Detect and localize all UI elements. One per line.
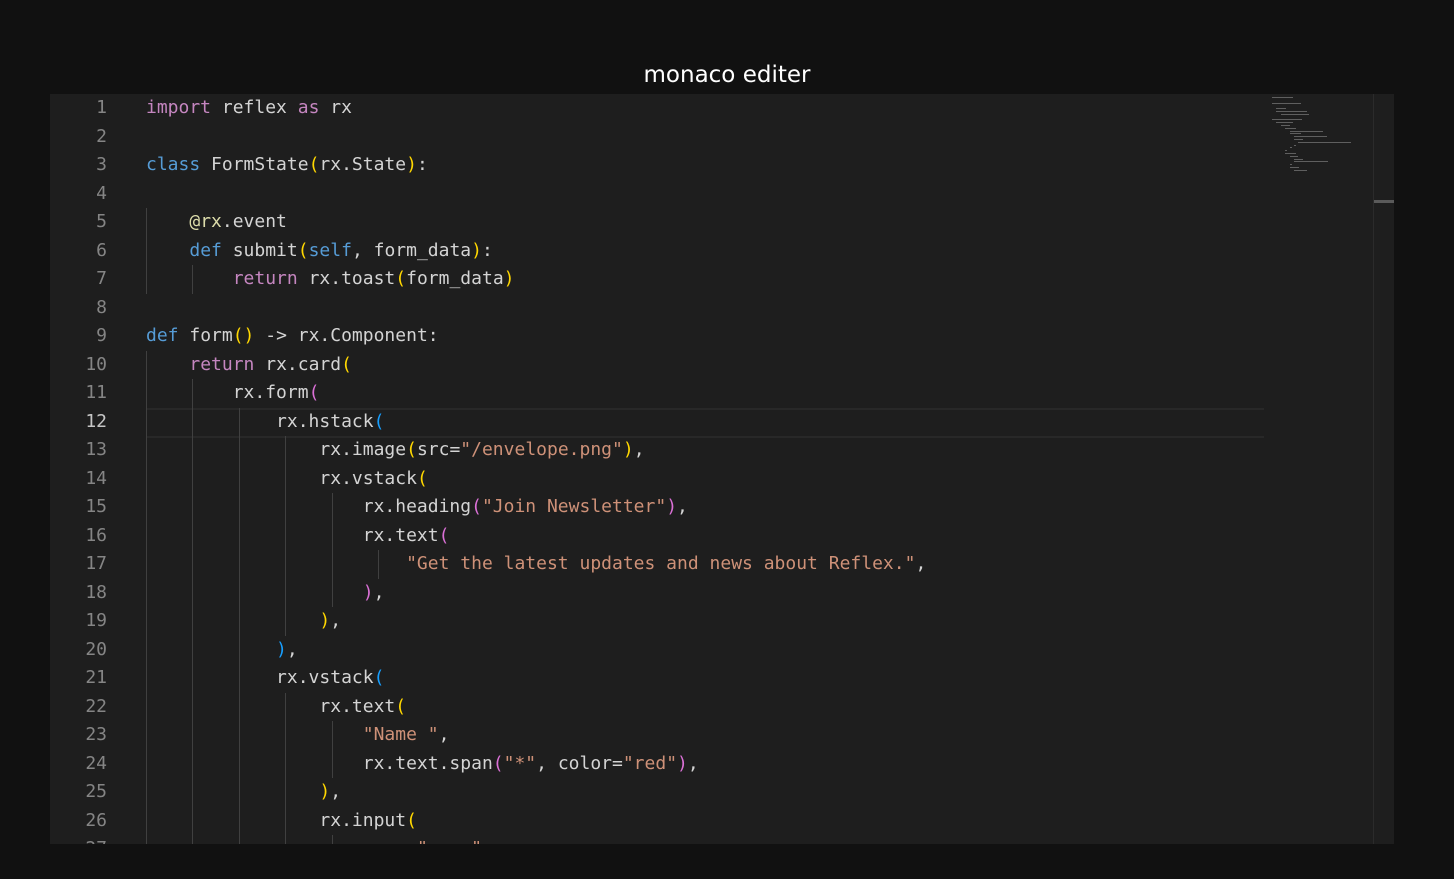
code-line[interactable]: rx.heading("Join Newsletter"), <box>146 493 688 522</box>
line-number: 17 <box>85 553 107 574</box>
minimap-line <box>1289 133 1301 135</box>
minimap-line <box>1276 111 1308 112</box>
minimap-line <box>1289 164 1292 166</box>
line-number: 16 <box>85 524 107 546</box>
minimap-line <box>1294 161 1329 163</box>
vertical-scrollbar[interactable] <box>1373 94 1394 844</box>
line-number: 24 <box>85 752 107 774</box>
code-line[interactable]: name="name", <box>146 835 493 844</box>
code-line[interactable]: ), <box>146 778 341 807</box>
minimap-line <box>1272 97 1293 98</box>
code-line[interactable]: rx.input( <box>146 807 417 836</box>
line-number: 15 <box>85 496 107 517</box>
line-number: 21 <box>85 667 107 688</box>
line-number: 2 <box>96 125 107 147</box>
line-number: 10 <box>85 353 107 375</box>
minimap-line <box>1280 113 1310 115</box>
minimap-line <box>1294 139 1303 140</box>
code-line[interactable]: class FormState(rx.State): <box>146 151 428 180</box>
code-line[interactable]: return rx.toast(form_data) <box>146 265 515 294</box>
code-line[interactable]: rx.hstack( <box>146 408 384 437</box>
code-line[interactable]: rx.form( <box>146 379 320 408</box>
line-number: 20 <box>85 638 107 660</box>
line-number: 6 <box>96 239 107 261</box>
line-number: 13 <box>85 439 107 460</box>
line-number: 22 <box>85 695 107 717</box>
code-line[interactable]: @rx.event <box>146 208 287 237</box>
minimap-line <box>1289 147 1292 149</box>
minimap-line <box>1272 102 1301 104</box>
line-number: 9 <box>96 325 107 346</box>
code-line[interactable]: return rx.card( <box>146 351 352 380</box>
line-number: 14 <box>85 467 107 489</box>
line-number: 11 <box>85 382 107 403</box>
line-number: 12 <box>85 410 107 432</box>
code-line[interactable]: ), <box>146 636 298 665</box>
line-number: 18 <box>85 581 107 603</box>
line-number: 7 <box>96 268 107 289</box>
line-number-gutter: 1 2 3 4 5 6 7 8 9 10 11 12 13 14 15 16 17 18 19 20 21 22 23 24 2… <box>50 94 140 844</box>
minimap-line <box>1294 136 1327 138</box>
minimap-line <box>1289 130 1323 132</box>
line-number: 4 <box>96 182 107 204</box>
code-line[interactable]: ), <box>146 607 341 636</box>
line-number: 8 <box>96 296 107 318</box>
line-number: 27 <box>50 835 107 844</box>
minimap-line <box>1294 169 1308 171</box>
minimap-line <box>1294 144 1297 146</box>
code-line[interactable]: def submit(self, form_data): <box>146 237 492 266</box>
line-number: 1 <box>96 97 107 118</box>
code-line[interactable]: "Name ", <box>146 721 450 750</box>
minimap-line <box>1294 158 1303 160</box>
code-editor[interactable]: 1 2 3 4 5 6 7 8 9 10 11 12 13 14 15 16 17 18 19 20 21 22 23 24 2… <box>50 94 1394 844</box>
code-line[interactable]: rx.text.span("*", color="red"), <box>146 750 699 779</box>
page-title: monaco editer <box>643 62 811 88</box>
code-line[interactable]: rx.text( <box>146 693 406 722</box>
scrollbar-position-marker <box>1374 200 1394 203</box>
minimap-line <box>1285 153 1297 154</box>
code-line[interactable]: rx.vstack( <box>146 664 384 693</box>
code-area[interactable]: import reflex as rx class FormState(rx.St… <box>146 94 1264 844</box>
code-line[interactable]: import reflex as rx <box>146 94 352 123</box>
code-line[interactable]: rx.text( <box>146 522 450 551</box>
minimap-line <box>1272 119 1302 121</box>
minimap-line <box>1280 125 1290 126</box>
line-number: 3 <box>96 154 107 175</box>
minimap-line <box>1285 150 1288 152</box>
line-number: 25 <box>85 781 107 802</box>
minimap-line <box>1276 122 1293 124</box>
code-line[interactable]: def form() -> rx.Component: <box>146 322 439 351</box>
line-number: 26 <box>85 809 107 831</box>
minimap-line <box>1289 167 1300 168</box>
minimap-line <box>1276 108 1287 110</box>
minimap-line <box>1289 155 1299 157</box>
line-number: 19 <box>85 610 107 631</box>
code-line[interactable]: ), <box>146 579 385 608</box>
line-number: 5 <box>96 211 107 232</box>
line-number: 23 <box>85 724 107 745</box>
minimap-line <box>1298 141 1352 143</box>
minimap-line <box>1285 127 1297 129</box>
code-line[interactable]: rx.vstack( <box>146 465 427 494</box>
code-line[interactable]: rx.image(src="/envelope.png"), <box>146 436 644 465</box>
code-line[interactable]: "Get the latest updates and news about R… <box>146 550 926 579</box>
minimap[interactable] <box>1268 94 1374 844</box>
